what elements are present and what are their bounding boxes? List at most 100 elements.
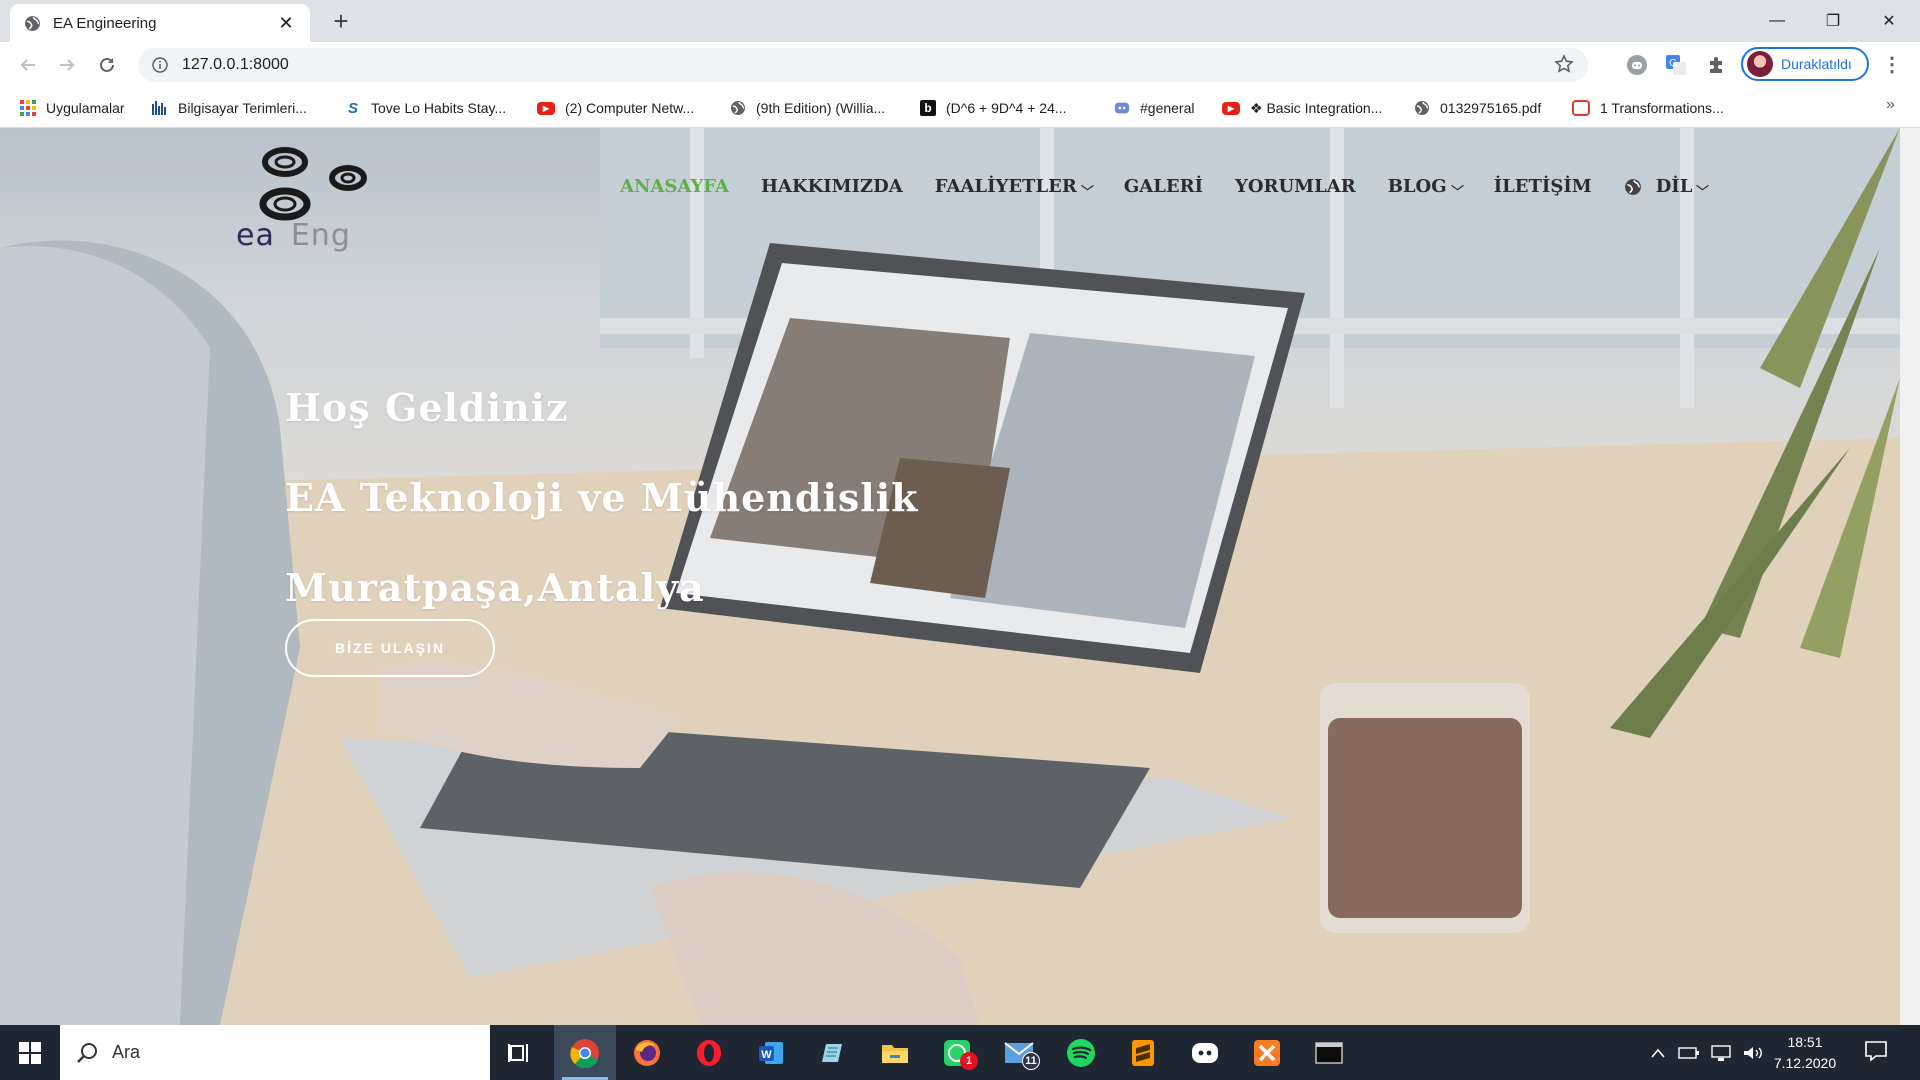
svg-text:W: W (761, 1049, 772, 1061)
taskbar-sublime[interactable] (1112, 1025, 1174, 1080)
tab-close-icon[interactable]: ✕ (276, 13, 296, 34)
notification-center-icon[interactable] (1864, 1039, 1888, 1068)
taskbar-opera[interactable] (678, 1025, 740, 1080)
bookmark-item[interactable]: 0132975165.pdf (1414, 96, 1541, 120)
web-page: ea Eng ANASAYFA HAKKIMIZDA FAALİYETLER ⌵ G… (0, 128, 1900, 1025)
bookmarks-overflow-button[interactable]: » (1886, 96, 1895, 114)
nav-galeri[interactable]: GALERİ (1124, 176, 1203, 197)
address-bar[interactable]: 127.0.0.1:8000 (138, 48, 1588, 82)
browser-chrome: EA Engineering ✕ + — ❐ ✕ 127.0.0.1:8000 … (0, 0, 1920, 128)
reload-icon (100, 57, 114, 72)
nav-faaliyetler[interactable]: FAALİYETLER ⌵ (934, 176, 1094, 197)
battery-icon[interactable] (1678, 1046, 1700, 1060)
globe-icon (1624, 178, 1642, 196)
task-view-button[interactable] (488, 1025, 550, 1080)
terminal-icon (1315, 1041, 1343, 1064)
taskbar-mail[interactable]: 11 (988, 1025, 1050, 1080)
browser-tab[interactable]: EA Engineering ✕ (10, 4, 310, 42)
bookmark-item[interactable]: S Tove Lo Habits Stay... (345, 96, 506, 120)
nav-hakkimizda[interactable]: HAKKIMIZDA (761, 176, 903, 197)
taskbar-file-explorer[interactable] (864, 1025, 926, 1080)
bookmark-star-icon[interactable] (1554, 54, 1574, 74)
nav-label: BLOG (1387, 176, 1447, 197)
start-button[interactable] (0, 1025, 60, 1080)
back-button[interactable] (12, 50, 44, 80)
bookmark-label: (D^6 + 9D^4 + 24... (946, 100, 1067, 116)
nav-label: FAALİYETLER (934, 176, 1077, 197)
taskbar-chrome[interactable] (554, 1025, 616, 1080)
minimize-button[interactable]: — (1754, 6, 1800, 36)
chevron-down-icon: ⌵ (1080, 179, 1094, 193)
taskbar-search[interactable]: Ara (60, 1025, 490, 1080)
bookmark-item[interactable]: (9th Edition) (Willia... (730, 96, 885, 120)
hero-heading: Hoş Geldiniz (285, 385, 569, 430)
forward-button[interactable] (51, 50, 83, 80)
taskbar-notepad[interactable] (802, 1025, 864, 1080)
sublime-icon (1132, 1039, 1154, 1066)
bookmark-label: ❖ Basic Integration... (1250, 99, 1383, 116)
youtube-icon: ▶ (537, 101, 555, 115)
bookmark-label: Uygulamalar (46, 100, 125, 116)
reload-button[interactable] (91, 50, 123, 80)
extensions-puzzle-icon[interactable] (1704, 53, 1728, 77)
hero-subheading: EA Teknoloji ve Mühendislik (285, 475, 919, 520)
taskbar-xampp[interactable] (1236, 1025, 1298, 1080)
bookmark-item[interactable]: 1 Transformations... (1572, 96, 1724, 120)
translate-extension-icon[interactable]: G (1664, 53, 1688, 77)
window-close-button[interactable]: ✕ (1866, 6, 1912, 36)
avatar (1747, 51, 1773, 77)
word-icon: W (759, 1041, 783, 1064)
forward-arrow-icon (60, 59, 75, 71)
nav-iletisim[interactable]: İLETİŞİM (1494, 176, 1592, 197)
logo-text-part2: Eng (290, 218, 351, 253)
main-navigation: ANASAYFA HAKKIMIZDA FAALİYETLER ⌵ GALERİ … (620, 176, 1739, 197)
bookmark-item[interactable]: #general (1114, 96, 1195, 120)
info-icon[interactable] (152, 57, 168, 73)
system-clock[interactable]: 18:51 7.12.2020 (1765, 1032, 1845, 1074)
bookmark-item[interactable]: Bilgisayar Terimleri... (152, 96, 307, 120)
youtube-icon: ▶ (1222, 101, 1240, 115)
restore-button[interactable]: ❐ (1810, 6, 1856, 36)
bookmark-item[interactable]: ▶ ❖ Basic Integration... (1222, 96, 1382, 120)
new-tab-button[interactable]: + (326, 6, 356, 37)
contact-us-button[interactable]: BİZE ULAŞIN (285, 619, 495, 677)
browser-menu-icon[interactable]: ⋮ (1882, 52, 1902, 77)
nav-blog[interactable]: BLOG ⌵ (1387, 176, 1464, 197)
bars-icon (152, 100, 168, 116)
taskbar-spotify[interactable] (1050, 1025, 1112, 1080)
s-logo-icon: S (347, 99, 358, 117)
taskbar-terminal[interactable] (1298, 1025, 1360, 1080)
discord-icon (1114, 100, 1130, 116)
nav-anasayfa[interactable]: ANASAYFA (620, 176, 729, 197)
bookmark-label: Bilgisayar Terimleri... (178, 100, 307, 116)
taskbar-whatsapp[interactable]: 1 (926, 1025, 988, 1080)
chrome-icon (570, 1038, 599, 1068)
file-explorer-icon (882, 1044, 908, 1063)
taskbar-word[interactable]: W (740, 1025, 802, 1080)
tab-title: EA Engineering (53, 14, 157, 32)
system-tray (1650, 1025, 1764, 1080)
bookmark-item[interactable]: b (D^6 + 9D^4 + 24... (920, 96, 1067, 120)
volume-icon[interactable] (1742, 1044, 1764, 1062)
bookmark-label: (2) Computer Netw... (565, 100, 695, 116)
spotify-icon (1067, 1038, 1095, 1067)
nav-language[interactable]: DİL ⌵ (1624, 176, 1709, 197)
chevron-up-icon[interactable] (1650, 1047, 1666, 1059)
nav-yorumlar[interactable]: YORUMLAR (1235, 176, 1356, 197)
chevron-down-icon: ⌵ (1450, 179, 1464, 193)
taskbar-discord[interactable] (1174, 1025, 1236, 1080)
profile-button[interactable]: Duraklatıldı (1741, 47, 1869, 81)
bookmark-apps[interactable]: Uygulamalar (20, 96, 125, 120)
clock-date: 7.12.2020 (1773, 1055, 1837, 1071)
bookmarks-bar: Uygulamalar Bilgisayar Terimleri... S To… (0, 88, 1920, 128)
site-logo-text[interactable]: ea Eng (236, 218, 351, 253)
network-icon[interactable] (1710, 1044, 1732, 1062)
url-text[interactable]: 127.0.0.1:8000 (182, 56, 289, 74)
discord-extension-icon[interactable] (1625, 53, 1649, 77)
nav-label: HAKKIMIZDA (761, 176, 903, 197)
notification-badge: 1 (960, 1052, 978, 1070)
scrollbar-track[interactable] (1900, 128, 1920, 1025)
bookmark-item[interactable]: ▶ (2) Computer Netw... (537, 96, 694, 120)
apps-grid-icon (20, 100, 36, 116)
taskbar-firefox[interactable] (616, 1025, 678, 1080)
